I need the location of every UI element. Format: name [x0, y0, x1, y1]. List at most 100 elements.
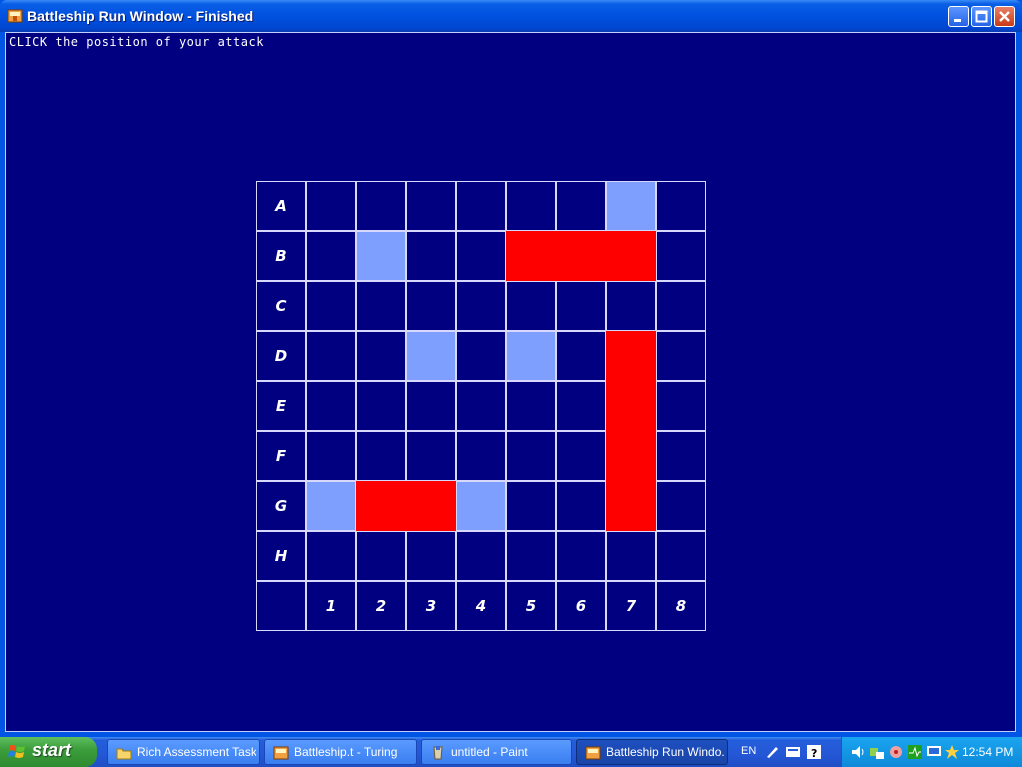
window-title: Battleship Run Window - Finished	[27, 8, 254, 24]
help-icon[interactable]: ?	[806, 744, 822, 760]
taskbar-button-label: Battleship.t - Turing	[294, 745, 398, 759]
clock[interactable]: 12:54 PM	[962, 745, 1013, 759]
grid-cell-d2[interactable]	[356, 331, 406, 381]
volume-icon[interactable]	[850, 744, 866, 760]
grid-cell-e8[interactable]	[656, 381, 706, 431]
taskbar-button-4[interactable]: Battleship Run Windo...	[576, 739, 728, 765]
grid-cell-e1[interactable]	[306, 381, 356, 431]
grid-cell-b2[interactable]	[356, 231, 406, 281]
grid-cell-h7[interactable]	[606, 531, 656, 581]
grid-cell-e7[interactable]	[606, 381, 656, 431]
grid-cell-g5[interactable]	[506, 481, 556, 531]
grid-cell-h2[interactable]	[356, 531, 406, 581]
grid-cell-g3[interactable]	[406, 481, 456, 531]
grid-cell-d6[interactable]	[556, 331, 606, 381]
grid-cell-a5[interactable]	[506, 181, 556, 231]
grid-cell-c5[interactable]	[506, 281, 556, 331]
grid-cell-b7[interactable]	[606, 231, 656, 281]
turing-app-icon	[7, 9, 23, 23]
taskbar: start Rich Assessment Task Battleship.t -…	[0, 737, 1022, 767]
grid-cell-f2[interactable]	[356, 431, 406, 481]
security-alert-icon[interactable]	[888, 744, 904, 760]
grid-cell-a1[interactable]	[306, 181, 356, 231]
grid-cell-a7[interactable]	[606, 181, 656, 231]
grid-cell-f6[interactable]	[556, 431, 606, 481]
grid-cell-f1[interactable]	[306, 431, 356, 481]
minimize-button[interactable]	[948, 6, 969, 27]
grid-cell-d5[interactable]	[506, 331, 556, 381]
maximize-icon	[975, 10, 988, 23]
grid-cell-c8[interactable]	[656, 281, 706, 331]
grid-cell-g2[interactable]	[356, 481, 406, 531]
grid-cell-c2[interactable]	[356, 281, 406, 331]
grid-cell-e4[interactable]	[456, 381, 506, 431]
grid-cell-h5[interactable]	[506, 531, 556, 581]
grid-cell-d1[interactable]	[306, 331, 356, 381]
grid-cell-b4[interactable]	[456, 231, 506, 281]
grid-cell-a3[interactable]	[406, 181, 456, 231]
grid-cell-g4[interactable]	[456, 481, 506, 531]
grid-cell-h4[interactable]	[456, 531, 506, 581]
grid-cell-e3[interactable]	[406, 381, 456, 431]
grid-cell-b8[interactable]	[656, 231, 706, 281]
start-button[interactable]: start	[0, 737, 97, 767]
grid-cell-g6[interactable]	[556, 481, 606, 531]
grid-cell-f4[interactable]	[456, 431, 506, 481]
grid-cell-a6[interactable]	[556, 181, 606, 231]
maximize-button[interactable]	[971, 6, 992, 27]
grid-cell-c1[interactable]	[306, 281, 356, 331]
column-label-6: 6	[556, 581, 606, 631]
paint-icon	[433, 746, 443, 760]
grid-cell-b1[interactable]	[306, 231, 356, 281]
language-indicator[interactable]: EN	[741, 745, 756, 757]
grid-cell-c7[interactable]	[606, 281, 656, 331]
grid-cell-c3[interactable]	[406, 281, 456, 331]
network-icon[interactable]	[869, 744, 885, 760]
pen-tool-icon[interactable]	[764, 744, 780, 760]
grid-cell-b5[interactable]	[506, 231, 556, 281]
grid-cell-g8[interactable]	[656, 481, 706, 531]
grid-cell-a4[interactable]	[456, 181, 506, 231]
row-label-f: F	[256, 431, 306, 481]
column-label-4: 4	[456, 581, 506, 631]
grid-cell-h6[interactable]	[556, 531, 606, 581]
grid-cell-h8[interactable]	[656, 531, 706, 581]
grid-cell-a2[interactable]	[356, 181, 406, 231]
svg-text:?: ?	[811, 747, 817, 760]
instruction-text: CLICK the position of your attack	[9, 35, 264, 49]
grid-cell-g7[interactable]	[606, 481, 656, 531]
grid-cell-e6[interactable]	[556, 381, 606, 431]
status-monitor-icon[interactable]	[907, 744, 923, 760]
row-label-h: H	[256, 531, 306, 581]
title-bar[interactable]: Battleship Run Window - Finished	[0, 0, 1022, 32]
grid-cell-f3[interactable]	[406, 431, 456, 481]
column-label-5: 5	[506, 581, 556, 631]
grid-cell-a8[interactable]	[656, 181, 706, 231]
grid-cell-d3[interactable]	[406, 331, 456, 381]
close-button[interactable]	[994, 6, 1015, 27]
grid-cell-h3[interactable]	[406, 531, 456, 581]
grid-cell-f5[interactable]	[506, 431, 556, 481]
grid-cell-d4[interactable]	[456, 331, 506, 381]
taskbar-button-3[interactable]: untitled - Paint	[421, 739, 572, 765]
star-icon[interactable]	[944, 744, 960, 760]
grid-cell-d7[interactable]	[606, 331, 656, 381]
column-label-3: 3	[406, 581, 456, 631]
grid-cell-f8[interactable]	[656, 431, 706, 481]
taskbar-button-1[interactable]: Rich Assessment Task	[107, 739, 260, 765]
grid-cell-c6[interactable]	[556, 281, 606, 331]
keyboard-icon[interactable]	[785, 744, 801, 760]
grid-cell-h1[interactable]	[306, 531, 356, 581]
grid-cell-c4[interactable]	[456, 281, 506, 331]
taskbar-button-2[interactable]: Battleship.t - Turing	[264, 739, 417, 765]
grid-cell-g1[interactable]	[306, 481, 356, 531]
row-label-d: D	[256, 331, 306, 381]
grid-cell-b3[interactable]	[406, 231, 456, 281]
grid-cell-e2[interactable]	[356, 381, 406, 431]
grid-cell-d8[interactable]	[656, 331, 706, 381]
grid-cell-e5[interactable]	[506, 381, 556, 431]
folder-icon	[116, 748, 132, 760]
grid-cell-b6[interactable]	[556, 231, 606, 281]
display-icon[interactable]	[926, 744, 942, 760]
grid-cell-f7[interactable]	[606, 431, 656, 481]
